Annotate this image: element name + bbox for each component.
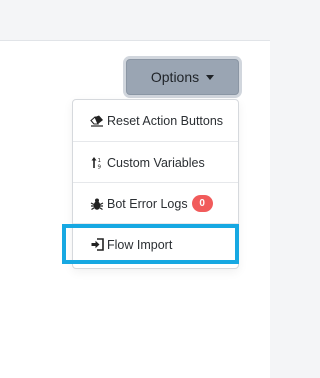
options-dropdown-button[interactable]: Options <box>126 59 239 95</box>
options-button-label: Options <box>150 69 200 85</box>
caret-down-icon <box>206 75 215 80</box>
menu-item-flow-import[interactable]: Flow Import <box>73 224 238 265</box>
menu-item-label: Flow Import <box>107 237 173 252</box>
svg-text:1: 1 <box>98 158 102 164</box>
menu-item-bot-error-logs[interactable]: Bot Error Logs 0 <box>73 183 238 224</box>
sign-in-icon <box>90 238 104 252</box>
page: Options Reset Action Buttons 1 9 Custom … <box>0 0 270 378</box>
menu-item-label: Bot Error Logs <box>107 196 188 211</box>
error-count-badge: 0 <box>191 195 213 212</box>
options-dropdown-menu: Reset Action Buttons 1 9 Custom Variable… <box>72 99 239 269</box>
menu-item-label: Custom Variables <box>107 155 205 170</box>
sort-arrows-icon: 1 9 <box>90 156 104 170</box>
menu-item-label: Reset Action Buttons <box>107 114 224 128</box>
bug-icon <box>90 197 104 211</box>
menu-item-custom-variables[interactable]: 1 9 Custom Variables <box>73 142 238 183</box>
menu-item-reset-action-buttons[interactable]: Reset Action Buttons <box>73 100 238 142</box>
svg-text:9: 9 <box>98 165 102 170</box>
eraser-icon <box>90 114 104 128</box>
